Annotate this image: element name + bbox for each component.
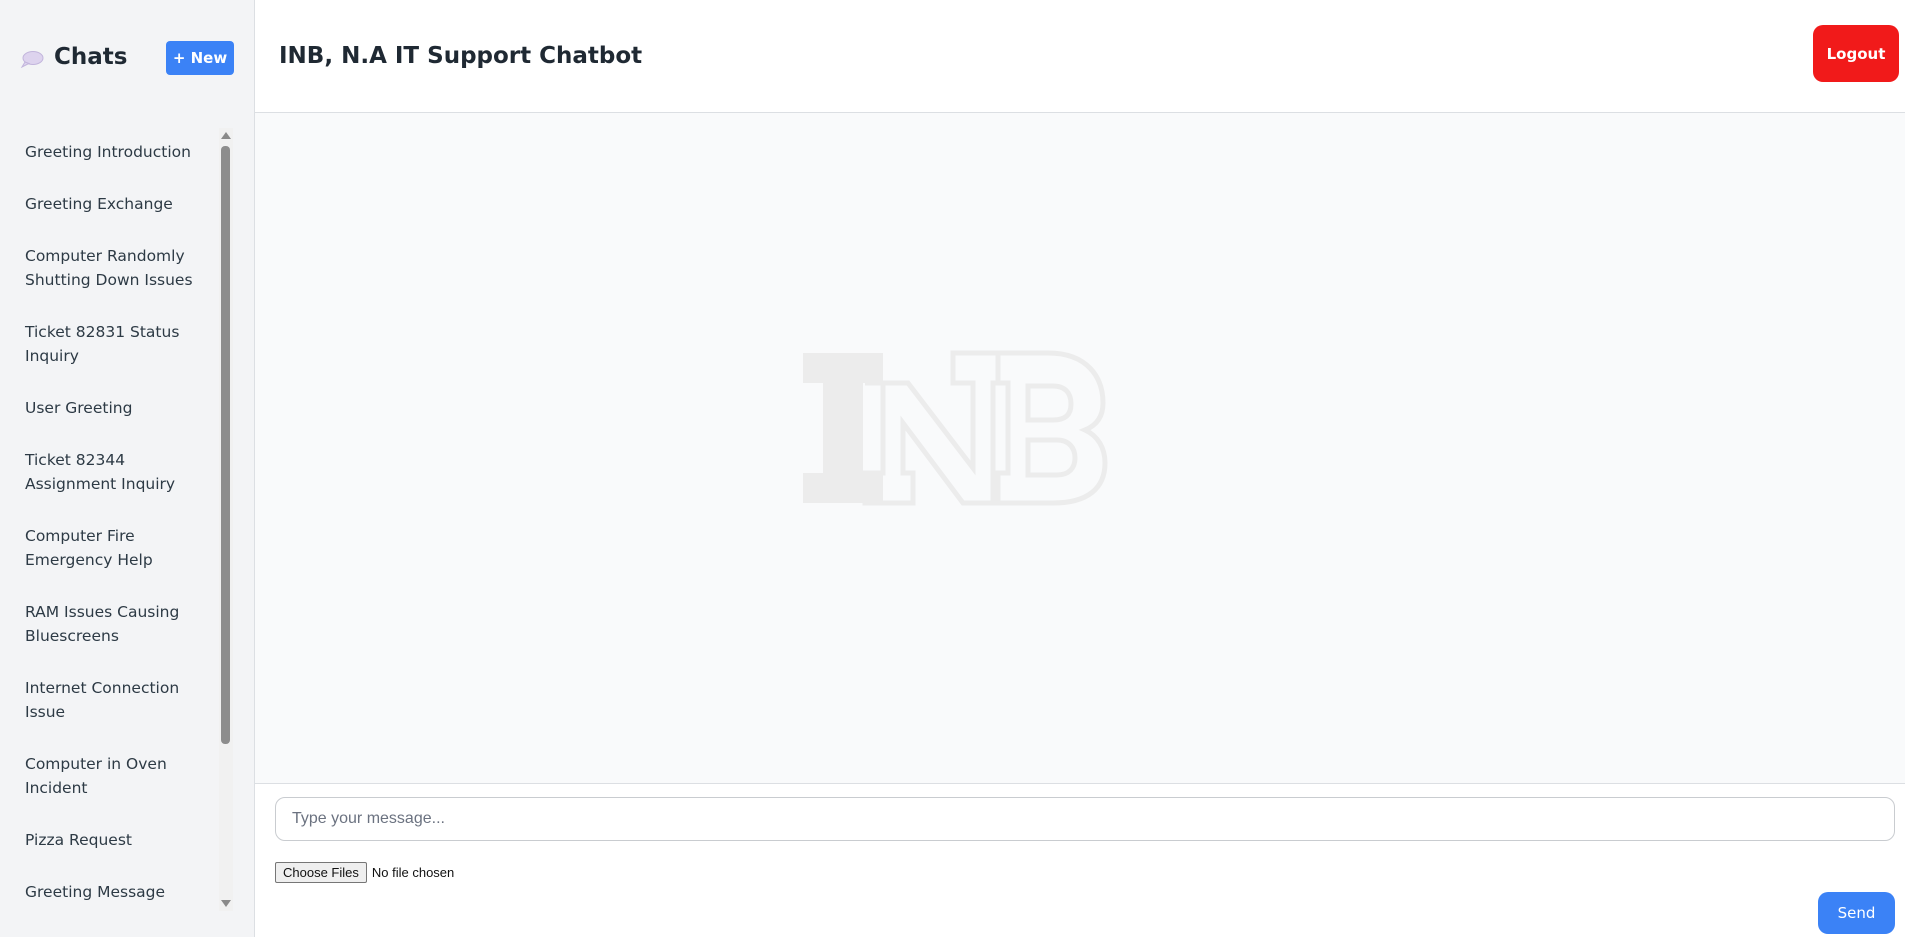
chat-list-item[interactable]: RAM Issues Causing Bluescreens bbox=[0, 586, 218, 662]
chat-message-area bbox=[255, 113, 1905, 783]
chat-list-item[interactable]: Computer Fire Emergency Help bbox=[0, 510, 218, 586]
chat-list-scrollbar[interactable] bbox=[219, 128, 233, 911]
scroll-down-arrow-icon[interactable] bbox=[221, 900, 231, 907]
new-chat-button[interactable]: + New bbox=[166, 41, 234, 75]
top-bar: INB, N.A IT Support Chatbot Logout bbox=[255, 0, 1905, 113]
sidebar-title: Chats bbox=[54, 44, 128, 70]
chat-list-item[interactable]: Ticket 82344 Assignment Inquiry bbox=[0, 434, 218, 510]
chat-list-item[interactable]: User Greeting bbox=[0, 382, 218, 434]
message-input[interactable] bbox=[275, 797, 1895, 841]
message-composer: Choose Files No file chosen Send bbox=[255, 783, 1905, 937]
chat-list-item[interactable]: Ticket 82831 Status Inquiry bbox=[0, 306, 218, 382]
chat-list-item[interactable]: Computer Randomly Shutting Down Issues bbox=[0, 230, 218, 306]
file-upload-row: Choose Files No file chosen bbox=[275, 861, 454, 883]
file-status-text: No file chosen bbox=[371, 864, 455, 880]
sidebar-header: Chats + New bbox=[0, 0, 254, 118]
scroll-up-arrow-icon[interactable] bbox=[221, 132, 231, 139]
chat-list-item[interactable]: Internet Connection Issue bbox=[0, 662, 218, 738]
sidebar: Chats + New Greeting Introduction Greeti… bbox=[0, 0, 255, 937]
page-title: INB, N.A IT Support Chatbot bbox=[279, 43, 643, 69]
chat-list-item[interactable]: Greeting Message bbox=[0, 866, 218, 911]
chat-list-item[interactable]: Pizza Request bbox=[0, 814, 218, 866]
app-window: Chats + New Greeting Introduction Greeti… bbox=[0, 0, 1905, 937]
scrollbar-thumb[interactable] bbox=[221, 146, 230, 744]
inb-logo-watermark bbox=[803, 350, 1108, 506]
chat-list-item[interactable]: Computer in Oven Incident bbox=[0, 738, 218, 814]
send-button[interactable]: Send bbox=[1818, 892, 1895, 934]
chat-list-item[interactable]: Greeting Exchange bbox=[0, 178, 218, 230]
choose-files-button[interactable]: Choose Files bbox=[275, 861, 367, 883]
chat-bubble-icon bbox=[20, 51, 44, 68]
chat-list: Greeting Introduction Greeting Exchange … bbox=[0, 126, 218, 911]
logout-button[interactable]: Logout bbox=[1813, 25, 1899, 82]
chat-list-item[interactable]: Greeting Introduction bbox=[0, 126, 218, 178]
